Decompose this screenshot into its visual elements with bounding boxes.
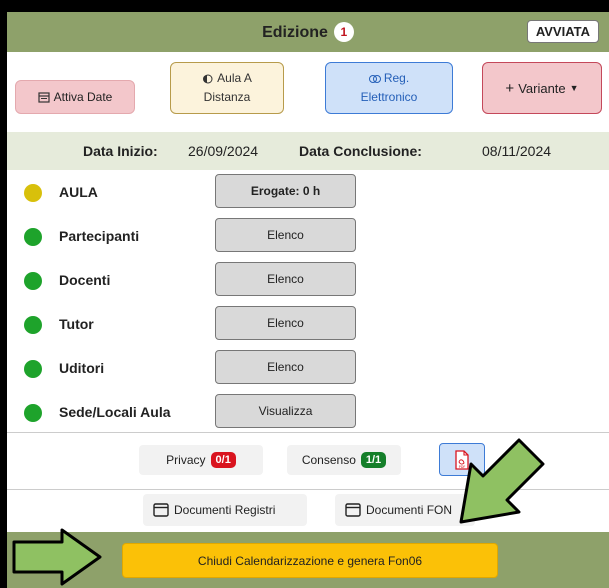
privacy-button[interactable]: Privacy 0/1 <box>139 445 263 475</box>
row-action-button[interactable]: Elenco <box>215 350 356 384</box>
end-date-value: 08/11/2024 <box>482 143 552 159</box>
start-date-label: Data Inizio: <box>83 143 158 159</box>
consenso-label: Consenso <box>301 453 356 467</box>
status-dot-icon <box>24 272 42 290</box>
row-action-button[interactable]: Elenco <box>215 262 356 296</box>
status-dot-icon <box>24 404 42 422</box>
caret-down-icon: ▼ <box>569 82 579 93</box>
variante-label: Variante <box>518 80 566 96</box>
attiva-date-label: Attiva Date <box>53 89 113 104</box>
page-title: Edizione 1 <box>7 22 609 42</box>
documenti-registri-button[interactable]: Documenti Registri <box>143 494 307 526</box>
status-row: Uditori Elenco <box>7 346 609 390</box>
row-action-button[interactable]: Elenco <box>215 218 356 252</box>
start-date-value: 26/09/2024 <box>188 143 259 159</box>
window-icon <box>153 503 169 517</box>
edizione-panel: Edizione 1 AVVIATA Attiva Date Aula A Dis… <box>7 12 609 588</box>
status-dot-icon <box>24 360 42 378</box>
pdf-icon-text: PDF <box>459 465 466 469</box>
plus-icon: + <box>505 79 515 97</box>
footer-bar: Chiudi Calendarizzazione e genera Fon06 <box>7 532 609 588</box>
status-row: AULA Erogate: 0 h <box>7 170 609 214</box>
toggle-icon <box>368 74 381 83</box>
documenti-registri-label: Documenti Registri <box>174 503 276 517</box>
variante-dropdown[interactable]: + Variante ▼ <box>482 62 602 114</box>
end-date-label: Data Conclusione: <box>299 143 422 159</box>
status-dot-icon <box>24 316 42 334</box>
aula-a-distanza-line1: Aula A <box>217 71 252 85</box>
reg-elettronico-button[interactable]: Reg. Elettronico <box>325 62 453 114</box>
documenti-fon-button[interactable]: Documenti FON <box>335 494 475 526</box>
documents-bar: Documenti Registri Documenti FON <box>7 490 609 532</box>
documenti-fon-label: Documenti FON <box>366 503 453 517</box>
row-label: Partecipanti <box>59 228 140 244</box>
action-bar: Attiva Date Aula A Distanza Reg. Elettro… <box>7 52 609 132</box>
edition-count-badge: 1 <box>333 22 354 42</box>
window-icon <box>345 503 361 517</box>
row-action-button[interactable]: Erogate: 0 h <box>215 174 356 208</box>
attiva-date-button[interactable]: Attiva Date <box>15 80 135 114</box>
consenso-button[interactable]: Consenso 1/1 <box>287 445 401 475</box>
consent-bar: Privacy 0/1 Consenso 1/1 PDF <box>7 433 609 489</box>
status-row: Docenti Elenco <box>7 258 609 302</box>
status-dot-icon <box>24 228 42 246</box>
status-badge: AVVIATA <box>526 20 599 43</box>
aula-a-distanza-line2: Distanza <box>203 90 251 104</box>
pdf-button[interactable]: PDF <box>439 443 485 476</box>
header-bar: Edizione 1 AVVIATA <box>7 12 609 52</box>
toggle-off-icon <box>203 74 213 83</box>
chiudi-calendarizzazione-button[interactable]: Chiudi Calendarizzazione e genera Fon06 <box>122 543 498 578</box>
status-dot-icon <box>24 184 42 202</box>
status-rows: AULA Erogate: 0 h Partecipanti Elenco Docent… <box>7 170 609 434</box>
row-label: Docenti <box>59 272 111 288</box>
row-label: Tutor <box>59 316 94 332</box>
status-row: Sede/Locali Aula Visualizza <box>7 390 609 434</box>
row-action-button[interactable]: Elenco <box>215 306 356 340</box>
aula-a-distanza-button[interactable]: Aula A Distanza <box>170 62 284 114</box>
status-row: Tutor Elenco <box>7 302 609 346</box>
privacy-label: Privacy <box>166 453 206 467</box>
pdf-file-icon: PDF <box>455 449 469 470</box>
consenso-count-badge: 1/1 <box>360 452 387 468</box>
row-label: Uditori <box>59 360 105 376</box>
status-row: Partecipanti Elenco <box>7 214 609 258</box>
row-action-button[interactable]: Visualizza <box>215 394 356 428</box>
page-title-text: Edizione <box>262 24 328 41</box>
row-label: AULA <box>59 184 98 200</box>
dates-bar: Data Inizio: 26/09/2024 Data Conclusione… <box>7 132 609 170</box>
privacy-count-badge: 0/1 <box>210 452 236 468</box>
reg-elettronico-line1: Reg. <box>383 71 410 85</box>
reg-elettronico-line2: Elettronico <box>360 90 418 104</box>
calendar-icon <box>38 92 50 103</box>
row-label: Sede/Locali Aula <box>59 404 171 420</box>
